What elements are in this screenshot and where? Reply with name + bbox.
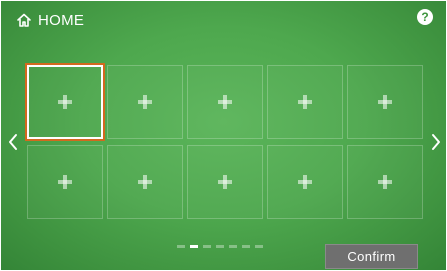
header: HOME (15, 10, 84, 30)
home-screen: HOME ? Confirm (0, 0, 447, 271)
plus-icon (378, 95, 392, 109)
page-dot (242, 245, 250, 248)
shortcut-tile[interactable] (107, 145, 183, 219)
shortcut-tile[interactable] (267, 65, 343, 139)
page-dot (190, 245, 198, 248)
plus-icon (138, 175, 152, 189)
help-icon: ? (421, 10, 429, 24)
page-dot (177, 245, 185, 248)
page-dot (216, 245, 224, 248)
shortcut-grid (27, 65, 423, 221)
shortcut-tile[interactable] (187, 65, 263, 139)
plus-icon (58, 95, 72, 109)
next-page-button[interactable] (430, 132, 442, 152)
page-indicator (177, 245, 263, 248)
chevron-right-icon (432, 134, 440, 150)
plus-icon (298, 95, 312, 109)
shortcut-tile[interactable] (27, 65, 103, 139)
confirm-button[interactable]: Confirm (325, 244, 418, 269)
plus-icon (138, 95, 152, 109)
shortcut-tile[interactable] (107, 65, 183, 139)
previous-page-button[interactable] (7, 132, 19, 152)
help-button[interactable]: ? (417, 9, 433, 25)
plus-icon (58, 175, 72, 189)
plus-icon (378, 175, 392, 189)
page-dot (255, 245, 263, 248)
page-dot (203, 245, 211, 248)
page-title: HOME (38, 11, 85, 29)
plus-icon (218, 95, 232, 109)
confirm-label: Confirm (347, 249, 396, 264)
page-dot (229, 245, 237, 248)
home-icon[interactable] (15, 11, 33, 29)
shortcut-tile[interactable] (267, 145, 343, 219)
plus-icon (218, 175, 232, 189)
shortcut-tile[interactable] (187, 145, 263, 219)
shortcut-tile[interactable] (347, 145, 423, 219)
chevron-left-icon (9, 134, 17, 150)
shortcut-tile[interactable] (347, 65, 423, 139)
shortcut-tile[interactable] (27, 145, 103, 219)
plus-icon (298, 175, 312, 189)
